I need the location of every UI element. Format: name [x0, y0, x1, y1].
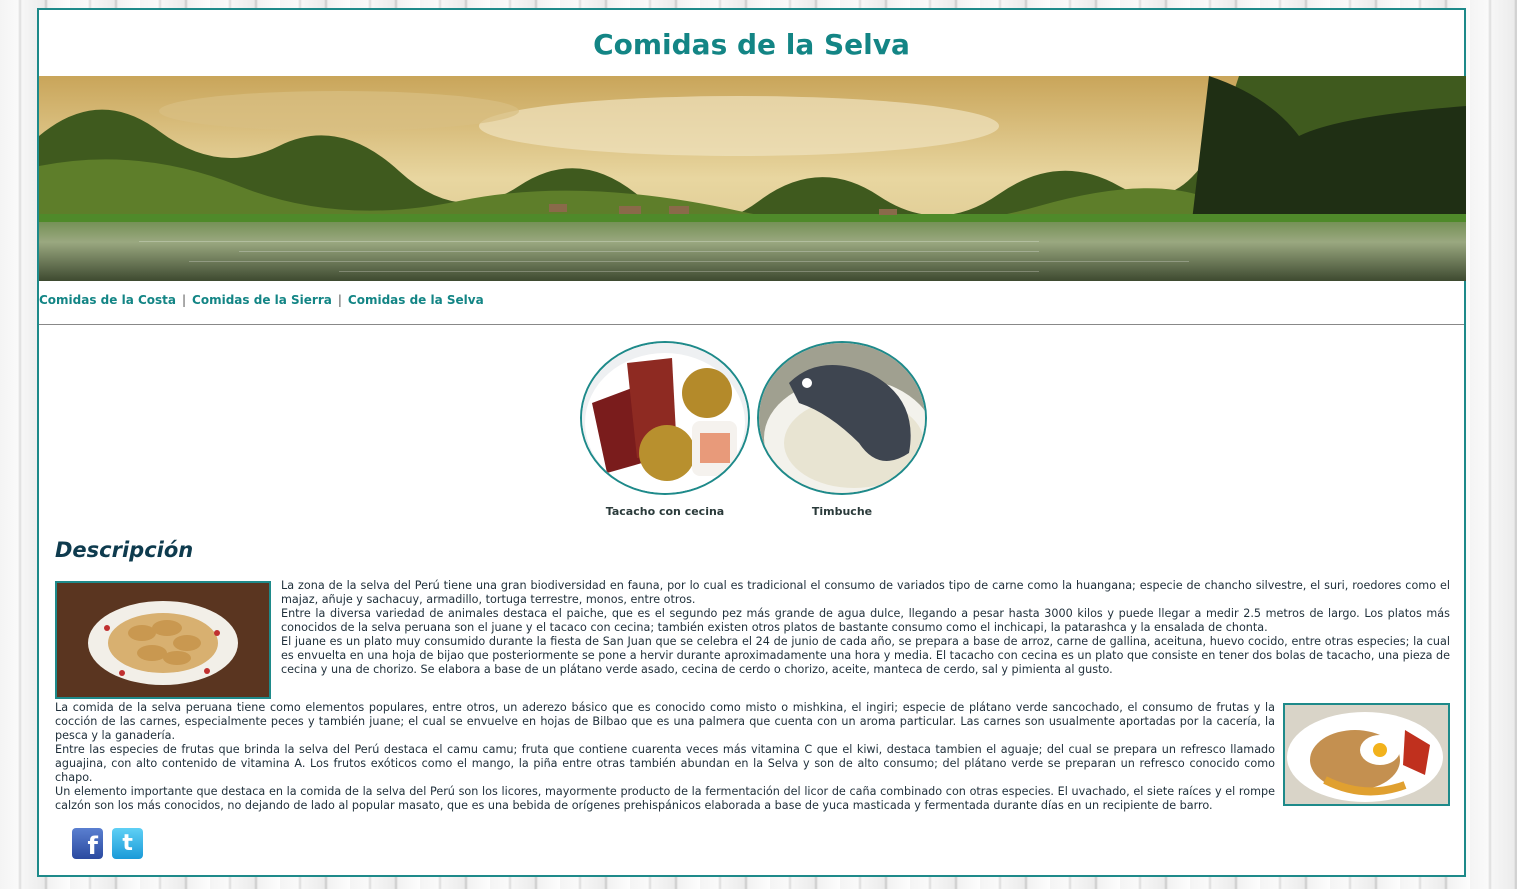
nav-separator: | — [182, 293, 187, 307]
nav-separator: | — [337, 293, 342, 307]
description-content: La zona de la selva del Perú tiene una g… — [55, 579, 1450, 813]
juane-plate-photo — [1283, 703, 1450, 806]
dish-card-tacacho[interactable]: Tacacho con cecina — [580, 341, 750, 518]
dish-caption: Tacacho con cecina — [605, 505, 725, 518]
page-frame: Comidas de la Selva Comidas de la Costa … — [37, 8, 1466, 877]
jungle-river-banner — [39, 76, 1466, 281]
facebook-icon[interactable]: f — [72, 828, 103, 860]
twitter-icon[interactable]: t — [112, 828, 144, 859]
main-nav: Comidas de la Costa | Comidas de la Sierra… — [39, 293, 484, 307]
description-paragraph: La comida de la selva peruana tiene como… — [55, 701, 1275, 742]
social-links: f t — [72, 828, 147, 860]
timbuche-photo[interactable] — [757, 341, 927, 495]
description-heading: Descripción — [55, 538, 194, 562]
nav-divider — [39, 324, 1464, 325]
nav-link-sierra[interactable]: Comidas de la Sierra — [192, 293, 332, 307]
suri-photo — [55, 581, 271, 699]
description-paragraph: Un elemento importante que destaca en la… — [55, 785, 1275, 812]
description-paragraph: Entre las especies de frutas que brinda … — [55, 743, 1275, 784]
site-title: Comidas de la Selva — [593, 28, 910, 61]
nav-link-costa[interactable]: Comidas de la Costa — [39, 293, 176, 307]
nav-link-selva[interactable]: Comidas de la Selva — [348, 293, 484, 307]
dish-caption: Timbuche — [811, 505, 873, 518]
tacacho-photo[interactable] — [580, 341, 750, 495]
dish-card-timbuche[interactable]: Timbuche — [757, 341, 927, 518]
